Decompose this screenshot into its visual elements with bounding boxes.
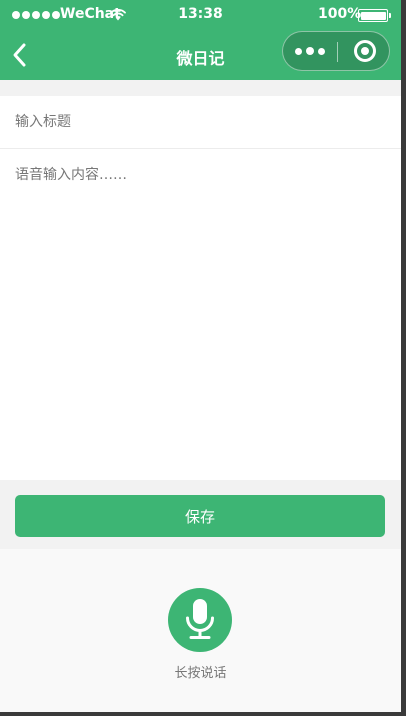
- window-edge-bottom: [0, 712, 406, 716]
- content-textarea[interactable]: [0, 150, 401, 480]
- diary-form: [0, 96, 401, 480]
- microphone-icon: [186, 599, 214, 639]
- menu-capsule: [282, 31, 390, 71]
- more-dots-icon: [295, 47, 302, 55]
- title-input[interactable]: [0, 96, 401, 149]
- target-close-icon: [354, 40, 376, 62]
- navigation-bar: 微日记: [0, 30, 401, 80]
- back-button[interactable]: [8, 40, 34, 70]
- save-button[interactable]: 保存: [15, 495, 385, 537]
- status-bar: WeChat 13:38 100%: [0, 0, 401, 30]
- battery-icon: [358, 9, 391, 22]
- voice-hint-label: 长按说话: [174, 666, 227, 681]
- voice-panel: 长按说话: [0, 549, 401, 712]
- voice-record-button[interactable]: [168, 588, 232, 652]
- phone-screen: WeChat 13:38 100% 微日记 输入标题 语音输入内容…… 保存 长…: [0, 0, 401, 712]
- more-button[interactable]: [283, 32, 337, 70]
- window-edge-right: [401, 0, 406, 716]
- chevron-left-icon: [13, 43, 26, 67]
- close-miniprogram-button[interactable]: [338, 32, 390, 70]
- top-bar: WeChat 13:38 100% 微日记: [0, 0, 401, 80]
- battery-percentage: 100%: [318, 6, 362, 22]
